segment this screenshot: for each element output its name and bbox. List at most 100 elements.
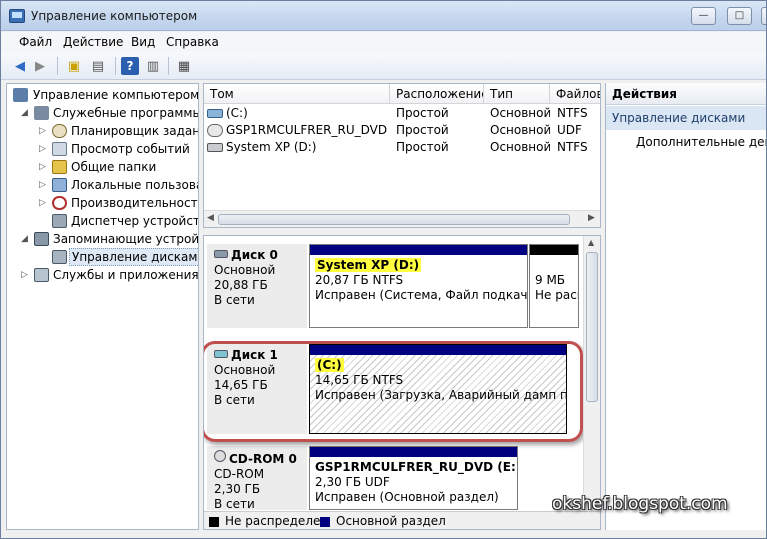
disk-management-icon [52,250,67,264]
properties-icon[interactable]: ▥ [144,57,162,75]
horizontal-scrollbar[interactable]: ◀ ▶ [204,210,600,227]
partition-size: 2,30 ГБ UDF [315,475,390,489]
computer-management-window: Управление компьютером — □ Файл Действие… [0,0,767,539]
menu-view[interactable]: Вид [131,35,155,49]
disk-status: В сети [214,293,255,307]
tree-item-shared-folders[interactable]: ▷ Общие папки [7,158,198,176]
disk-kind: Основной [214,263,276,277]
cd-drive-icon [214,450,226,462]
actions-pane: Действия Управление дисками Дополнительн… [605,83,766,530]
volume-row[interactable]: System XP (D:) Простой Основной NTFS [204,139,600,156]
partition-label: (C:) [315,358,344,372]
disk-icon [214,250,228,258]
scroll-right-icon[interactable]: ▶ [588,213,595,223]
legend-swatch-unallocated [209,517,219,527]
partition-status: Исправен (Система, Файл подкачки, [315,288,528,302]
disk-icon [214,350,228,358]
performance-icon [52,196,67,210]
expand-arrow-icon[interactable]: ▷ [21,266,31,284]
partition-unallocated[interactable]: 9 МБ Не распр [529,244,579,328]
event-viewer-icon [52,142,67,156]
collapse-arrow-icon[interactable]: ◢ [21,230,31,248]
tree-item-services[interactable]: ▷ Службы и приложения [7,266,198,284]
tree-item-system-tools[interactable]: ◢ Служебные программы [7,104,198,122]
shared-folder-icon [52,160,67,174]
disk-info-cdrom[interactable]: CD-ROM 0 CD-ROM 2,30 ГБ В сети [207,446,307,511]
tools-icon [34,106,49,120]
scroll-up-icon[interactable]: ▲ [588,238,594,247]
actions-section-disk-management[interactable]: Управление дисками [606,106,766,130]
column-header-filesystem[interactable]: Файлов [550,84,600,104]
partition-c[interactable]: (C:) 14,65 ГБ NTFS Исправен (Загрузка, А… [309,344,567,434]
menu-action[interactable]: Действие [63,35,123,49]
disk-status: В сети [214,393,255,407]
expand-arrow-icon[interactable]: ▷ [39,140,49,158]
disk-status: В сети [214,497,255,511]
partition-status: Не распр [535,288,578,302]
back-arrow-icon[interactable]: ◀ [11,57,29,75]
console-tree: Управление компьютером (л ◢ Служебные пр… [6,83,199,530]
tree-item-storage[interactable]: ◢ Запоминающие устройст [7,230,198,248]
title-bar[interactable]: Управление компьютером — □ [1,1,766,31]
partition-size: 14,65 ГБ NTFS [315,373,404,387]
column-header-layout[interactable]: Расположение [390,84,484,104]
users-icon [52,178,67,192]
watermark: okshef.blogspot.com [552,494,728,514]
legend-label: Основной раздел [336,514,446,528]
tree-item-local-users[interactable]: ▷ Локальные пользовате [7,176,198,194]
tree-root[interactable]: Управление компьютером (л [7,86,198,104]
drive-icon [207,109,223,118]
volume-row[interactable]: (C:) Простой Основной NTFS [204,105,600,122]
legend-label: Не распределен [225,514,329,528]
disk-info-0[interactable]: Диск 0 Основной 20,88 ГБ В сети [207,244,307,328]
toolbar: ◀ ▶ ▣ ▤ ? ▥ ▦ [1,52,766,80]
partition-label: GSP1RMCULFRER_RU_DVD (E:) [315,460,518,474]
expand-arrow-icon[interactable]: ▷ [39,176,49,194]
tree-item-task-scheduler[interactable]: ▷ Планировщик заданий [7,122,198,140]
scroll-thumb[interactable] [586,252,598,402]
actions-header: Действия [606,83,766,105]
expand-arrow-icon[interactable]: ▷ [39,122,49,140]
more-actions-link[interactable]: Дополнительные дей... [636,135,766,149]
disk-size: 2,30 ГБ [214,482,261,496]
disk-settings-icon[interactable]: ▦ [175,57,193,75]
scroll-thumb[interactable] [218,214,570,225]
close-button[interactable] [761,7,766,25]
disk-map: Диск 0 Основной 20,88 ГБ В сети System X… [203,235,601,530]
volume-list: Том Расположение Тип Файлов (C:) Простой… [203,83,601,228]
partition-size: 9 МБ [535,273,566,287]
collapse-arrow-icon[interactable]: ◢ [21,104,31,122]
minimize-button[interactable]: — [691,7,716,25]
help-icon[interactable]: ? [121,57,139,75]
menu-file[interactable]: Файл [19,35,52,49]
disk-size: 20,88 ГБ [214,278,268,292]
expand-arrow-icon[interactable]: ▷ [39,194,49,212]
up-folder-icon[interactable]: ▣ [65,57,83,75]
column-header-type[interactable]: Тип [484,84,550,104]
tree-item-event-viewer[interactable]: ▷ Просмотр событий [7,140,198,158]
show-tree-icon[interactable]: ▤ [89,57,107,75]
partition-dvd[interactable]: GSP1RMCULFRER_RU_DVD (E:) 2,30 ГБ UDF Ис… [309,446,518,510]
center-pane: Том Расположение Тип Файлов (C:) Простой… [203,83,601,530]
partition-size: 20,87 ГБ NTFS [315,273,404,287]
forward-arrow-icon[interactable]: ▶ [31,57,49,75]
maximize-button[interactable]: □ [727,7,752,25]
disk-kind: Основной [214,363,276,377]
column-header-volume[interactable]: Том [204,84,390,104]
disk-info-1[interactable]: Диск 1 Основной 14,65 ГБ В сети [207,344,307,434]
legend: Не распределен Основной раздел [204,511,600,529]
disk-name: CD-ROM 0 [229,452,297,466]
disk-name: Диск 1 [231,348,278,362]
computer-management-icon [9,9,25,23]
menu-help[interactable]: Справка [166,35,219,49]
partition-system-xp[interactable]: System XP (D:) 20,87 ГБ NTFS Исправен (С… [309,244,528,328]
volume-row[interactable]: GSP1RMCULFRER_RU_DVD (E:) Простой Основн… [204,122,600,139]
drive-icon [207,143,223,152]
tree-item-performance[interactable]: ▷ Производительность [7,194,198,212]
vertical-scrollbar[interactable]: ▲ [583,236,600,529]
tree-item-disk-management[interactable]: Управление дисками [7,248,198,266]
menu-bar: Файл Действие Вид Справка [1,32,766,52]
tree-item-device-manager[interactable]: Диспетчер устройств [7,212,198,230]
expand-arrow-icon[interactable]: ▷ [39,158,49,176]
scroll-left-icon[interactable]: ◀ [207,213,214,223]
